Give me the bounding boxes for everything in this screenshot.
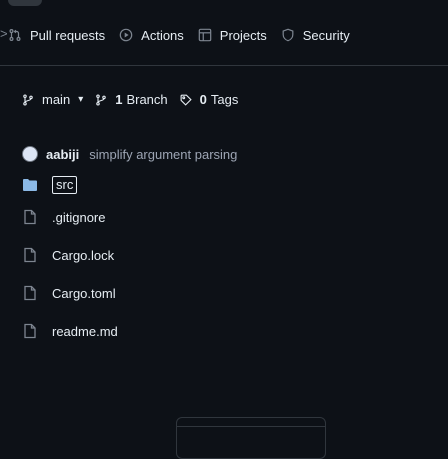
tag-icon [180, 94, 192, 106]
tab-scroll-edge: > [0, 26, 8, 41]
repo-tab-nav: > Pull requests Actions Projects Securit… [0, 24, 448, 66]
tab-projects[interactable]: Projects [198, 24, 267, 46]
tab-label: Projects [219, 27, 267, 43]
tab-label: Pull requests [30, 27, 106, 43]
latest-commit: aabiji simplify argument parsing [22, 146, 237, 162]
folder-icon [23, 179, 37, 191]
tab-pull-requests[interactable]: Pull requests [8, 24, 105, 46]
tags-link[interactable]: 0 Tags [180, 92, 239, 107]
list-item[interactable]: readme.md [22, 312, 118, 350]
play-icon [119, 28, 133, 42]
table-icon [198, 28, 212, 42]
avatar[interactable] [22, 146, 38, 162]
file-name: src [52, 176, 78, 194]
tag-count: 0 [199, 92, 207, 107]
window-handle [8, 0, 42, 6]
list-item[interactable]: Cargo.toml [22, 274, 118, 312]
commit-message[interactable]: simplify argument parsing [89, 147, 237, 162]
readme-panel-header [177, 418, 325, 427]
tab-actions[interactable]: Actions [119, 24, 184, 46]
branch-count-label: Branch [126, 92, 168, 107]
tab-security[interactable]: Security [281, 24, 350, 46]
file-name: Cargo.lock [52, 247, 115, 263]
tab-label: Actions [141, 27, 184, 43]
list-item[interactable]: src [22, 172, 118, 198]
pull-request-icon [9, 29, 21, 41]
branch-count: 1 [115, 92, 123, 107]
file-icon [24, 209, 36, 225]
file-icon [24, 247, 36, 263]
shield-icon [282, 28, 294, 42]
tag-count-label: Tags [210, 92, 239, 107]
git-branch-icon [96, 93, 106, 106]
commit-author[interactable]: aabiji [46, 147, 79, 162]
file-icon [24, 285, 36, 301]
readme-panel [176, 417, 326, 459]
git-branch-icon [23, 93, 33, 106]
branch-name: main [42, 92, 71, 107]
file-icon [24, 323, 36, 339]
file-name: .gitignore [52, 209, 106, 225]
branches-link[interactable]: 1 Branch [95, 92, 168, 107]
list-item[interactable]: .gitignore [22, 198, 118, 236]
file-list: src .gitignore Cargo.lock Cargo.toml rea… [22, 172, 118, 350]
chevron-down-icon: ▾ [78, 94, 84, 105]
file-name: readme.md [52, 323, 118, 339]
list-item[interactable]: Cargo.lock [22, 236, 118, 274]
branch-bar: main ▾ 1 Branch 0 Tags [22, 92, 250, 107]
tab-label: Security [302, 27, 350, 43]
branch-selector[interactable]: main ▾ [22, 92, 83, 107]
file-name: Cargo.toml [52, 285, 116, 301]
